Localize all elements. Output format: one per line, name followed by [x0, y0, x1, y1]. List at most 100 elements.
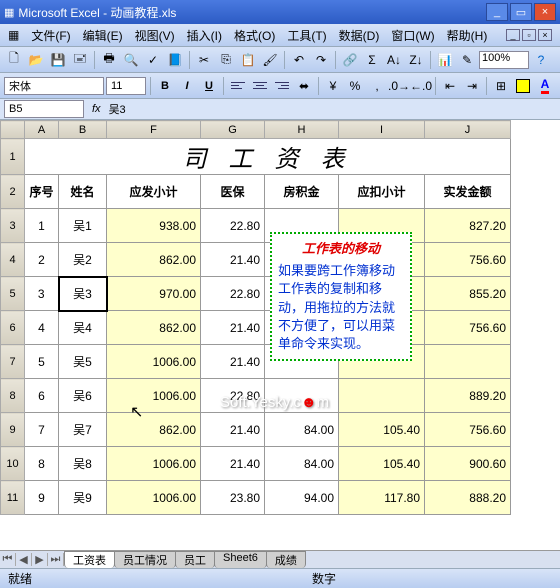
fill-color-button[interactable] — [513, 76, 533, 96]
cell[interactable]: 888.20 — [425, 481, 511, 515]
sheet-tab[interactable]: 员工 — [175, 551, 215, 568]
zoom-selector[interactable]: 100% — [479, 51, 529, 69]
sort-desc-button[interactable]: Z↓ — [406, 50, 426, 70]
cell[interactable]: 105.40 — [339, 447, 425, 481]
cell[interactable]: 吴2 — [59, 243, 107, 277]
new-button[interactable]: 🗋 — [4, 50, 24, 70]
cell[interactable]: 2 — [25, 243, 59, 277]
cell[interactable]: 827.20 — [425, 209, 511, 243]
cell[interactable]: 900.60 — [425, 447, 511, 481]
col-header[interactable]: G — [201, 121, 265, 139]
row-header[interactable]: 3 — [1, 209, 25, 243]
cell[interactable]: 94.00 — [265, 481, 339, 515]
cell[interactable]: 84.00 — [265, 413, 339, 447]
cell[interactable]: 8 — [25, 447, 59, 481]
help-button[interactable]: ? — [531, 50, 551, 70]
cell[interactable]: 4 — [25, 311, 59, 345]
cell[interactable]: 862.00 — [107, 413, 201, 447]
copy-button[interactable]: ⎘ — [216, 50, 236, 70]
cell[interactable]: 21.40 — [201, 311, 265, 345]
cell[interactable] — [339, 379, 425, 413]
cell[interactable]: 1 — [25, 209, 59, 243]
select-all-corner[interactable] — [1, 121, 25, 139]
align-left-button[interactable] — [228, 76, 248, 96]
sort-asc-button[interactable]: A↓ — [384, 50, 404, 70]
sheet-tab[interactable]: 成绩 — [266, 551, 306, 568]
bold-button[interactable]: B — [155, 76, 175, 96]
cell[interactable]: 889.20 — [425, 379, 511, 413]
preview-button[interactable]: 🔍 — [121, 50, 141, 70]
cell[interactable]: 1006.00 — [107, 379, 201, 413]
cell[interactable]: 970.00 — [107, 277, 201, 311]
tab-prev-button[interactable]: ◀ — [16, 553, 32, 566]
cell[interactable]: 1006.00 — [107, 447, 201, 481]
cell[interactable]: 855.20 — [425, 277, 511, 311]
row-header[interactable]: 5 — [1, 277, 25, 311]
cell[interactable]: 9 — [25, 481, 59, 515]
underline-button[interactable]: U — [199, 76, 219, 96]
cell[interactable]: 吴9 — [59, 481, 107, 515]
col-header[interactable]: F — [107, 121, 201, 139]
cell[interactable]: 吴3 — [59, 277, 107, 311]
cell[interactable]: 7 — [25, 413, 59, 447]
col-header[interactable]: A — [25, 121, 59, 139]
name-box[interactable]: B5 — [4, 100, 84, 118]
doc-restore-button[interactable]: ▫ — [522, 29, 536, 41]
col-header[interactable]: J — [425, 121, 511, 139]
menu-edit[interactable]: 编辑(E) — [83, 27, 123, 44]
menu-insert[interactable]: 插入(I) — [187, 27, 222, 44]
menu-data[interactable]: 数据(D) — [339, 27, 380, 44]
col-header[interactable]: B — [59, 121, 107, 139]
fx-icon[interactable]: fx — [92, 103, 101, 115]
autosum-button[interactable]: Σ — [362, 50, 382, 70]
menu-window[interactable]: 窗口(W) — [391, 27, 434, 44]
permission-button[interactable]: 🖃 — [70, 50, 90, 70]
close-button[interactable]: × — [534, 3, 556, 21]
cell[interactable]: 5 — [25, 345, 59, 379]
cell[interactable]: 吴6 — [59, 379, 107, 413]
cell[interactable]: 938.00 — [107, 209, 201, 243]
cell[interactable]: 862.00 — [107, 243, 201, 277]
menu-format[interactable]: 格式(O) — [234, 27, 275, 44]
cell[interactable]: 吴4 — [59, 311, 107, 345]
col-header[interactable]: I — [339, 121, 425, 139]
row-header[interactable]: 10 — [1, 447, 25, 481]
doc-minimize-button[interactable]: _ — [506, 29, 520, 41]
inc-indent-button[interactable]: ⇥ — [462, 76, 482, 96]
menu-file[interactable]: 文件(F) — [31, 27, 70, 44]
minimize-button[interactable]: _ — [486, 3, 508, 21]
cell[interactable]: 21.40 — [201, 243, 265, 277]
cell[interactable]: 23.80 — [201, 481, 265, 515]
sheet-tab[interactable]: 工资表 — [64, 551, 115, 568]
format-painter-button[interactable]: 🖌 — [260, 50, 280, 70]
row-header[interactable]: 2 — [1, 175, 25, 209]
undo-button[interactable]: ↶ — [289, 50, 309, 70]
cell[interactable]: 22.80 — [201, 277, 265, 311]
dec-indent-button[interactable]: ⇤ — [440, 76, 460, 96]
cell[interactable]: 吴8 — [59, 447, 107, 481]
formula-value[interactable]: 吴3 — [109, 101, 556, 117]
tab-next-button[interactable]: ▶ — [32, 553, 48, 566]
sheet-tab[interactable]: Sheet6 — [214, 551, 267, 568]
cell[interactable]: 3 — [25, 277, 59, 311]
cell[interactable]: 84.00 — [265, 447, 339, 481]
align-right-button[interactable] — [272, 76, 292, 96]
cell[interactable]: 21.40 — [201, 345, 265, 379]
borders-button[interactable]: ⊞ — [491, 76, 511, 96]
cell[interactable]: 21.40 — [201, 413, 265, 447]
print-button[interactable]: 🖶 — [99, 50, 119, 70]
cell[interactable]: 756.60 — [425, 413, 511, 447]
cell[interactable]: 22.80 — [201, 209, 265, 243]
sheet-tab[interactable]: 员工情况 — [114, 551, 176, 568]
doc-close-button[interactable]: × — [538, 29, 552, 41]
cell[interactable]: 吴1 — [59, 209, 107, 243]
cell[interactable]: 756.60 — [425, 243, 511, 277]
row-header[interactable]: 1 — [1, 139, 25, 175]
cell[interactable]: 吴7 — [59, 413, 107, 447]
menu-tools[interactable]: 工具(T) — [287, 27, 326, 44]
maximize-button[interactable]: ▭ — [510, 3, 532, 21]
cell[interactable]: 22.80 — [201, 379, 265, 413]
paste-button[interactable]: 📋 — [238, 50, 258, 70]
italic-button[interactable]: I — [177, 76, 197, 96]
cell[interactable]: 117.80 — [339, 481, 425, 515]
